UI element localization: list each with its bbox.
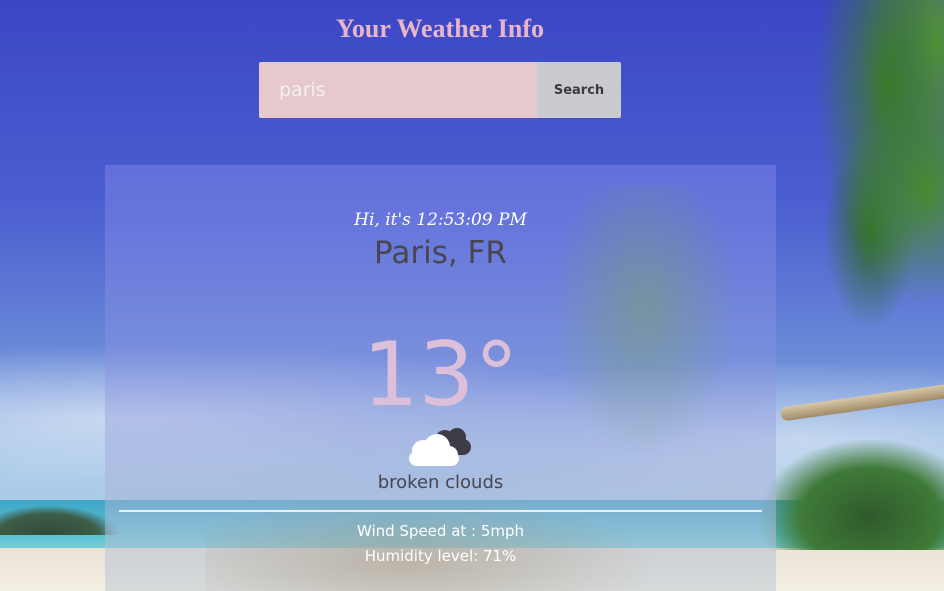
wind-speed: Wind Speed at : 5mph <box>356 522 525 540</box>
weather-description: broken clouds <box>377 472 504 493</box>
palm-leaves <box>760 0 944 420</box>
distant-island <box>0 505 120 535</box>
search-button[interactable]: Search <box>537 62 621 118</box>
search-input[interactable] <box>259 62 537 118</box>
temperature-value: 13° <box>362 323 519 426</box>
humidity-level: Humidity level: 71% <box>364 547 517 565</box>
divider <box>119 510 762 512</box>
time-greeting: Hi, it's 12:53:09 PM <box>354 210 527 230</box>
page-title: Your Weather Info <box>335 14 545 43</box>
weather-card: Hi, it's 12:53:09 PM Paris, FR 13° broke… <box>105 165 776 591</box>
broken-clouds-icon <box>409 428 471 466</box>
search-form: Search <box>259 62 621 118</box>
location-name: Paris, FR <box>374 235 507 271</box>
shore-vegetation <box>760 440 944 550</box>
